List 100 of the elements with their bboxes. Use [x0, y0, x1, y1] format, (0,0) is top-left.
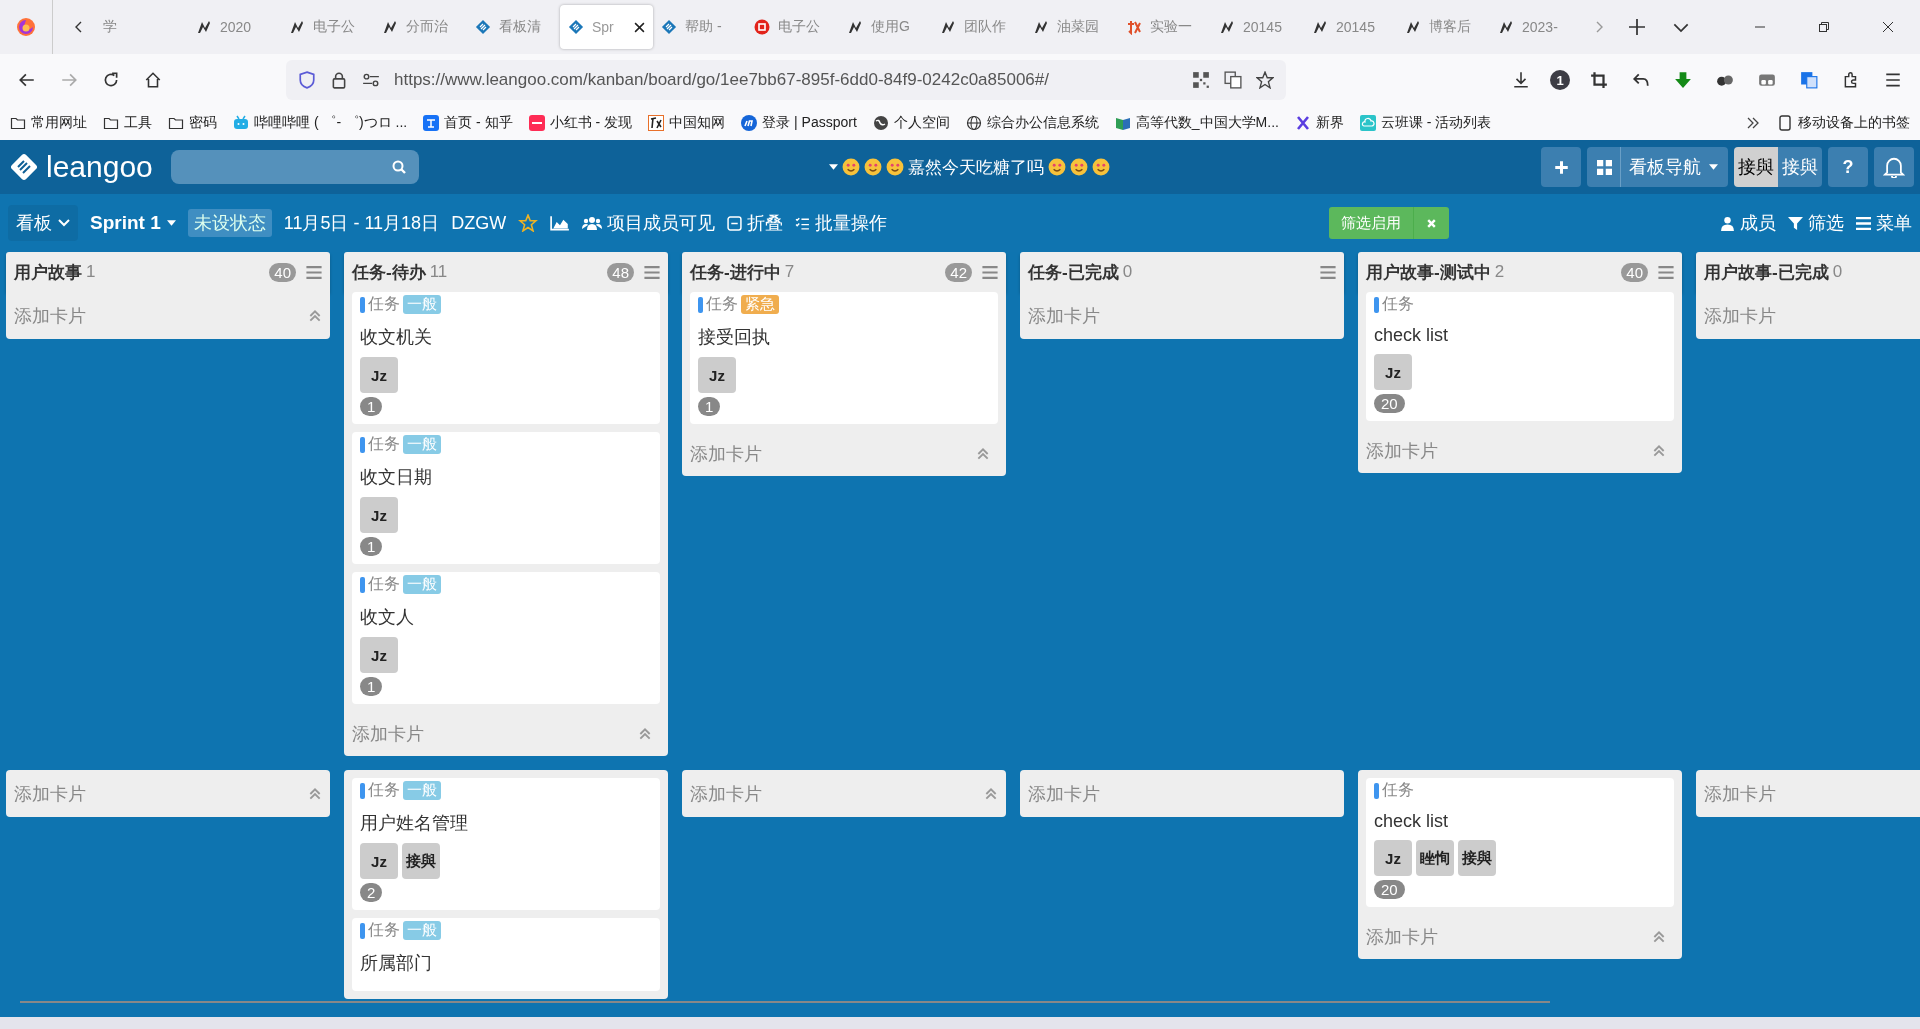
collapse-icon[interactable] [308, 786, 322, 801]
add-card-button[interactable]: 添加卡片 [6, 292, 330, 339]
task-card[interactable]: 任务 一般 收文机关 Jz 1 [352, 292, 660, 424]
collapse-icon[interactable] [638, 727, 652, 741]
glasses-icon[interactable] [1758, 71, 1776, 89]
bookmark[interactable]: 新界 [1294, 114, 1344, 132]
add-card-button[interactable]: 添加卡片 [690, 432, 998, 476]
restore-icon[interactable] [1818, 21, 1830, 33]
reload-icon[interactable] [102, 71, 120, 89]
collapse-icon[interactable] [984, 786, 998, 801]
help-button[interactable]: ? [1828, 147, 1868, 187]
bookmark[interactable]: 综合办公信息系统 [965, 114, 1099, 132]
undo-icon[interactable] [1632, 71, 1650, 89]
browser-tab[interactable]: 帮助 - [653, 5, 746, 49]
area-chart-icon[interactable] [550, 214, 571, 232]
home-icon[interactable] [144, 71, 162, 89]
star-icon[interactable] [518, 214, 539, 232]
browser-tab[interactable]: 油菜园 [1025, 5, 1118, 49]
add-card-button[interactable]: 添加卡片 [1366, 429, 1674, 473]
bookmark[interactable]: 中国知网 [648, 114, 726, 132]
browser-logo-icon[interactable] [16, 17, 36, 37]
bookmark[interactable]: 移动设备上的书签 [1777, 114, 1910, 132]
task-card[interactable]: 任务 check list Jz 睉恂 接與 20 [1366, 778, 1674, 907]
task-card[interactable]: 任务 一般 收文日期 Jz 1 [352, 432, 660, 564]
browser-tab[interactable]: 博客后 [1397, 5, 1490, 49]
forward-icon[interactable] [60, 71, 78, 89]
collapse-icon[interactable] [308, 308, 322, 323]
browser-tab[interactable]: 看板清 [467, 5, 560, 49]
user-button[interactable]: 接與 [1778, 147, 1822, 187]
browser-tab[interactable]: 电子公 [746, 5, 839, 49]
translate-icon[interactable] [1800, 71, 1818, 89]
add-card-button[interactable]: 添加卡片 [6, 770, 330, 817]
menu-icon[interactable] [1884, 71, 1902, 89]
browser-tab[interactable]: 2023- [1490, 5, 1583, 49]
user-button[interactable]: 接與 [1734, 147, 1778, 187]
close-icon[interactable] [634, 21, 645, 33]
bookmark[interactable]: 常用网址 [10, 114, 87, 132]
task-card[interactable]: 任务 一般 用户姓名管理 Jz 接與 2 [352, 778, 660, 910]
close-window-icon[interactable] [1882, 21, 1894, 33]
visibility-button[interactable]: 项目成员可见 [582, 211, 716, 235]
task-card[interactable]: 任务 一般 收文人 Jz 1 [352, 572, 660, 704]
search-icon[interactable] [390, 159, 407, 175]
browser-tab[interactable]: 学 [95, 5, 188, 49]
bookmark[interactable]: 首页 - 知乎 [423, 114, 513, 132]
add-card-button[interactable]: 添加卡片 [1366, 915, 1674, 959]
fold-button[interactable]: 折叠 [727, 211, 784, 235]
status-badge[interactable]: 未设状态 [187, 209, 272, 237]
type-marker-icon [1374, 296, 1379, 313]
translate-icon[interactable] [1224, 71, 1242, 89]
add-card-button[interactable]: 添加卡片 [1696, 770, 1920, 817]
browser-tab[interactable]: 实验一 [1118, 5, 1211, 49]
bookmark[interactable]: 登录 | Passport [741, 114, 857, 132]
task-card[interactable]: 任务 紧急 接受回执 Jz 1 [690, 292, 998, 424]
browser-tab[interactable]: 使用G [839, 5, 932, 49]
crop-icon[interactable] [1590, 71, 1608, 89]
browser-tab[interactable]: Spr [560, 5, 653, 49]
bookmark[interactable]: 小红书 - 发现 [528, 114, 633, 132]
caret-icon[interactable] [829, 164, 839, 170]
horizontal-scrollbar[interactable] [20, 1001, 1550, 1003]
star-icon[interactable] [1256, 71, 1274, 89]
batch-button[interactable]: 批量操作 [795, 211, 888, 235]
browser-tab[interactable]: 20145 [1304, 5, 1397, 49]
notifications-button[interactable] [1874, 147, 1914, 187]
collapse-icon[interactable] [1652, 444, 1666, 458]
browser-tab[interactable]: 2020 [188, 5, 281, 49]
menu-button[interactable]: 菜单 [1856, 211, 1912, 235]
board-nav-button[interactable]: 看板导航 [1587, 147, 1728, 187]
bookmark[interactable]: 个人空间 [872, 114, 950, 132]
back-icon[interactable] [18, 71, 36, 89]
download-icon[interactable] [1512, 71, 1530, 89]
browser-tab[interactable]: 团队作 [932, 5, 1025, 49]
board-title[interactable]: 嘉然今天吃糖了吗 [908, 155, 1045, 179]
add-card-button[interactable]: 添加卡片 [352, 712, 660, 756]
browser-tab[interactable]: 20145 [1211, 5, 1304, 49]
collapse-icon[interactable] [976, 447, 990, 461]
qr-code-icon[interactable] [1192, 71, 1210, 89]
tab-title: 电子公 [313, 18, 355, 36]
extension-badge[interactable]: 1 [1550, 70, 1570, 90]
task-card[interactable]: 任务 一般 所属部门 [352, 918, 660, 991]
collapse-icon[interactable] [1652, 930, 1666, 944]
download-arrow-icon[interactable] [1674, 71, 1692, 89]
filter-button[interactable]: 筛选 [1788, 211, 1844, 235]
task-card[interactable]: 任务 check list Jz 20 [1366, 292, 1674, 421]
browser-tab[interactable]: 电子公 [281, 5, 374, 49]
sprint-dropdown[interactable]: Sprint 1 [90, 212, 176, 234]
browser-tab[interactable]: 分而治 [374, 5, 467, 49]
add-card-button[interactable]: 添加卡片 [1696, 292, 1920, 339]
add-button[interactable] [1541, 147, 1581, 187]
bookmark[interactable]: 云班课 - 活动列表 [1359, 114, 1492, 132]
bookmark[interactable]: 工具 [103, 114, 152, 132]
add-card-button[interactable]: 添加卡片 [682, 770, 1006, 817]
add-card-button[interactable]: 添加卡片 [1020, 292, 1344, 339]
add-card-button[interactable]: 添加卡片 [1020, 770, 1344, 817]
address-bar[interactable]: https://www.leangoo.com/kanban/board/go/1ee7bb67-895f-6dd0-84f9-0242c0a85006#/ [286, 60, 1286, 100]
view-dropdown[interactable]: 看板 [8, 205, 78, 241]
members-button[interactable]: 成员 [1720, 211, 1776, 235]
more-bookmarks-icon[interactable] [1745, 115, 1761, 131]
search-field[interactable] [170, 150, 419, 184]
new-tab-icon[interactable] [1629, 19, 1645, 35]
bookmark[interactable]: 密码 [168, 114, 217, 132]
